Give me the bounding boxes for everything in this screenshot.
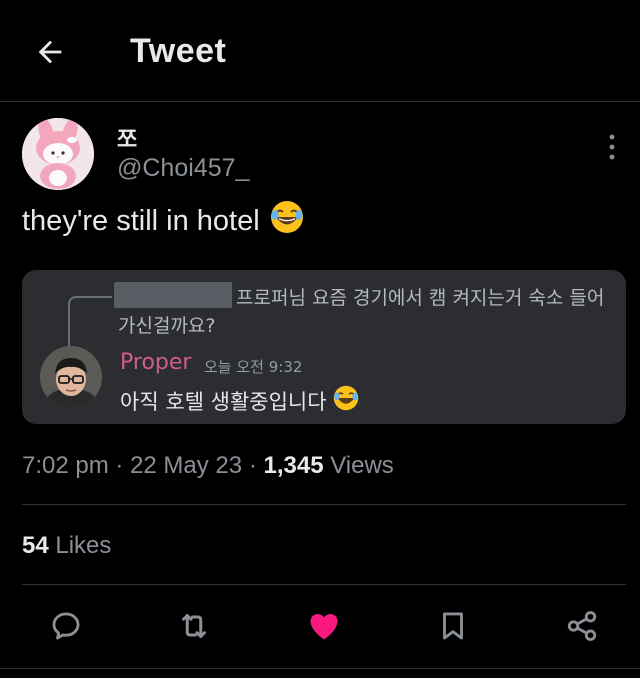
divider [22,584,626,585]
divider [22,504,626,505]
laughing-tears-emoji-icon [270,200,304,242]
likes-stat[interactable]: 54 Likes [22,532,111,560]
page-title: Tweet [130,32,227,70]
top-bar: Tweet [0,0,640,102]
separator-dot: · [115,452,131,479]
proper-username: Proper [120,350,192,375]
back-button[interactable] [28,30,72,74]
heart-icon [310,614,338,640]
likes-label: Likes [55,532,112,559]
more-vertical-icon [609,134,615,160]
tweet-date[interactable]: 22 May 23 [130,452,242,479]
bookmark-button[interactable] [433,606,473,646]
views-label: Views [330,452,394,479]
separator-dot: · [248,452,264,479]
tweet-text-content: they're still in hotel [22,204,260,237]
share-button[interactable] [562,606,602,646]
author-avatar[interactable] [22,118,94,190]
arrow-left-icon [38,40,62,64]
reply-button[interactable] [46,606,86,646]
proper-message-text: 아직 호텔 생활중입니다 [120,389,327,414]
like-button[interactable] [304,606,344,646]
divider [0,668,640,669]
tweet-meta: 7:02 pm · 22 May 23 · 1,345 Views [22,452,394,480]
tweet-text: they're still in hotel [22,200,304,242]
embedded-image[interactable]: 프로퍼님 요즘 경기에서 캠 켜지는거 숙소 들어가신걸까요? Proper 오… [22,270,626,424]
reply-connector [68,296,112,350]
laughing-tears-emoji-icon [333,385,359,416]
more-options-button[interactable] [598,132,626,162]
bookmark-icon [443,612,463,640]
retweet-icon [182,614,206,638]
tweet-time[interactable]: 7:02 pm [22,452,109,479]
reply-icon [52,612,80,640]
share-icon [567,611,597,641]
proper-timestamp: 오늘 오전 9:32 [204,358,303,376]
views-count: 1,345 [263,452,324,479]
quoted-message: 프로퍼님 요즘 경기에서 캠 켜지는거 숙소 들어가신걸까요? [118,287,605,337]
likes-count: 54 [22,532,49,559]
proper-message: 아직 호텔 생활중입니다 [120,385,359,416]
retweet-button[interactable] [174,606,214,646]
author-display-name[interactable]: 쪼 [117,122,137,154]
author-handle[interactable]: @Choi457_ [117,154,249,183]
proper-avatar [40,346,102,408]
